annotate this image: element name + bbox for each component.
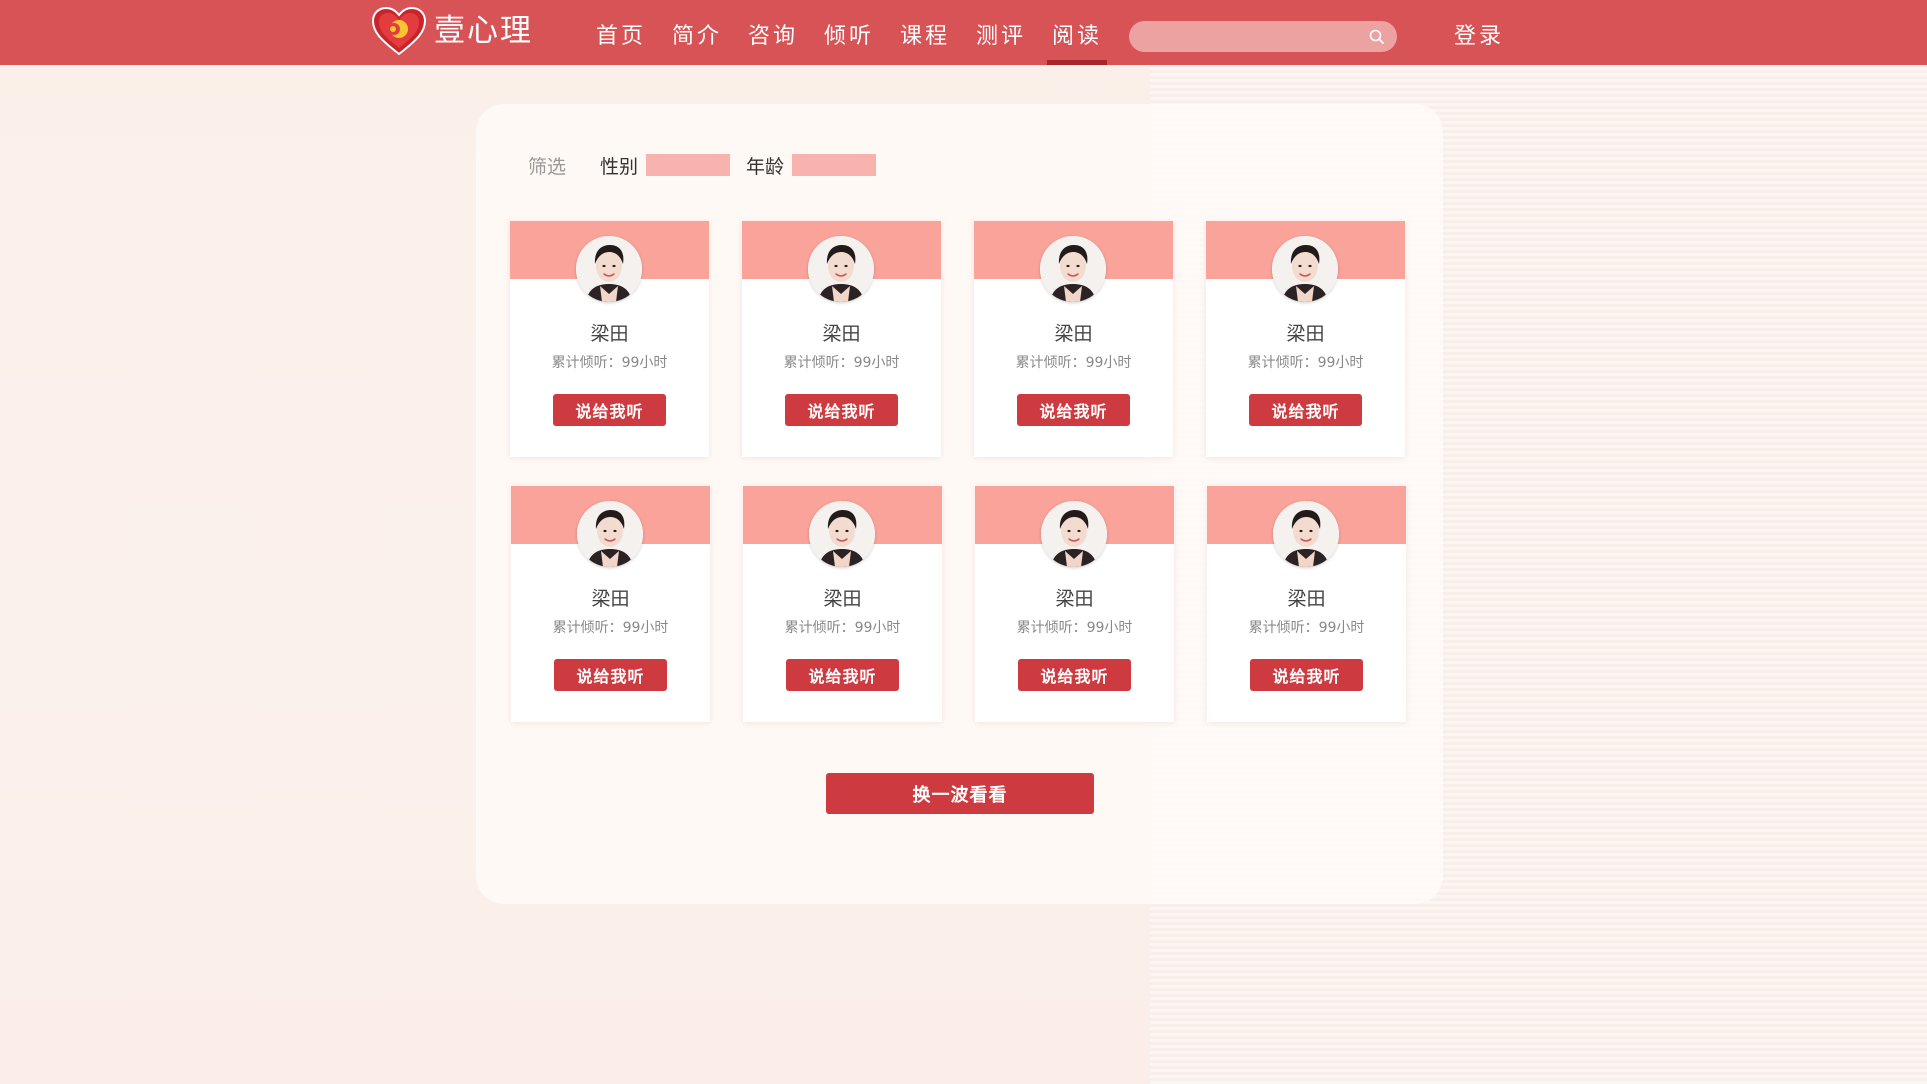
avatar[interactable]: [576, 236, 642, 302]
listener-avatar-icon: [1040, 236, 1106, 302]
listener-name: 梁田: [1287, 588, 1326, 610]
listen-hours: 累计倾听：99小时: [1015, 355, 1132, 371]
talk-to-me-button[interactable]: 说给我听: [554, 659, 667, 691]
gender-label: 性别: [600, 155, 639, 178]
listener-avatar-icon: [576, 236, 642, 302]
listener-name: 梁田: [823, 588, 862, 610]
nav-courses[interactable]: 课程: [887, 0, 963, 65]
heart-logo-icon[interactable]: [371, 6, 427, 56]
listener-name: 梁田: [590, 323, 629, 345]
nav-home[interactable]: 首页: [583, 0, 659, 65]
listener-card: 梁田 累计倾听：99小时 说给我听: [974, 221, 1173, 457]
talk-to-me-button[interactable]: 说给我听: [786, 659, 899, 691]
talk-to-me-button[interactable]: 说给我听: [553, 394, 666, 426]
listener-avatar-icon: [809, 501, 875, 567]
listener-card: 梁田 累计倾听：99小时 说给我听: [743, 486, 942, 722]
search-input[interactable]: [1143, 25, 1367, 50]
nav-tests[interactable]: 测评: [963, 0, 1039, 65]
avatar[interactable]: [808, 236, 874, 302]
talk-to-me-button[interactable]: 说给我听: [785, 394, 898, 426]
avatar[interactable]: [1041, 501, 1107, 567]
filter-bar: 筛选 性别 年龄: [528, 150, 892, 180]
listener-panel: 筛选 性别 年龄 梁田 累计倾听：99小时 说给我听 梁田 累计倾听：99小时 …: [476, 104, 1443, 904]
listen-hours: 累计倾听：99小时: [552, 620, 669, 636]
age-select[interactable]: [792, 154, 877, 176]
listen-hours: 累计倾听：99小时: [784, 620, 901, 636]
listener-name: 梁田: [1286, 323, 1325, 345]
listener-card: 梁田 累计倾听：99小时 说给我听: [510, 221, 709, 457]
listener-avatar-icon: [808, 236, 874, 302]
avatar[interactable]: [1040, 236, 1106, 302]
search-box: [1129, 21, 1397, 52]
listener-avatar-icon: [1272, 236, 1338, 302]
talk-to-me-button[interactable]: 说给我听: [1249, 394, 1362, 426]
listen-hours: 累计倾听：99小时: [551, 355, 668, 371]
age-label: 年龄: [746, 155, 785, 178]
nav-consult[interactable]: 咨询: [735, 0, 811, 65]
top-header: 壹心理 首页 简介 咨询 倾听 课程 测评 阅读 登录: [0, 0, 1927, 65]
listener-card: 梁田 累计倾听：99小时 说给我听: [1207, 486, 1406, 722]
listener-card: 梁田 累计倾听：99小时 说给我听: [1206, 221, 1405, 457]
listener-card: 梁田 累计倾听：99小时 说给我听: [742, 221, 941, 457]
refresh-batch-button[interactable]: 换一波看看: [826, 773, 1094, 814]
talk-to-me-button[interactable]: 说给我听: [1017, 394, 1130, 426]
listener-card: 梁田 累计倾听：99小时 说给我听: [511, 486, 710, 722]
listen-hours: 累计倾听：99小时: [1248, 620, 1365, 636]
listener-name: 梁田: [822, 323, 861, 345]
nav-listen[interactable]: 倾听: [811, 0, 887, 65]
talk-to-me-button[interactable]: 说给我听: [1250, 659, 1363, 691]
brand-name[interactable]: 壹心理: [434, 11, 533, 51]
avatar[interactable]: [1273, 501, 1339, 567]
listener-name: 梁田: [1054, 323, 1093, 345]
filter-title: 筛选: [528, 155, 567, 178]
avatar[interactable]: [809, 501, 875, 567]
listener-name: 梁田: [1055, 588, 1094, 610]
gender-select[interactable]: [646, 154, 731, 176]
listen-hours: 累计倾听：99小时: [783, 355, 900, 371]
listener-avatar-icon: [1041, 501, 1107, 567]
talk-to-me-button[interactable]: 说给我听: [1018, 659, 1131, 691]
main-nav: 首页 简介 咨询 倾听 课程 测评 阅读: [583, 0, 1115, 65]
search-icon[interactable]: [1368, 28, 1385, 45]
login-link[interactable]: 登录: [1454, 0, 1504, 74]
listener-name: 梁田: [591, 588, 630, 610]
listener-avatar-icon: [1273, 501, 1339, 567]
listener-card: 梁田 累计倾听：99小时 说给我听: [975, 486, 1174, 722]
listener-avatar-icon: [577, 501, 643, 567]
nav-intro[interactable]: 简介: [659, 0, 735, 65]
listen-hours: 累计倾听：99小时: [1016, 620, 1133, 636]
listen-hours: 累计倾听：99小时: [1247, 355, 1364, 371]
avatar[interactable]: [1272, 236, 1338, 302]
avatar[interactable]: [577, 501, 643, 567]
nav-reading[interactable]: 阅读: [1039, 0, 1115, 65]
